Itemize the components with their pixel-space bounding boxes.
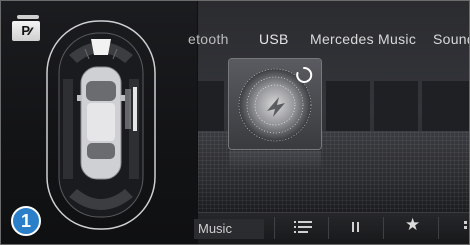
callout-number: 1: [11, 206, 41, 236]
cover-flow-item[interactable]: [198, 81, 224, 135]
vehicle-top-view: [77, 66, 125, 180]
playlist-icon[interactable]: [294, 220, 312, 234]
cover-flow-item[interactable]: [326, 81, 370, 135]
park-assist-icon: ⁄⁄: [28, 26, 32, 38]
media-panel: etooth USB Mercedes Music Sound: [188, 1, 469, 244]
park-assist-button[interactable]: P⁄⁄: [12, 21, 40, 41]
park-button-label: P: [21, 23, 30, 38]
pause-icon[interactable]: [351, 221, 361, 233]
tab-sound[interactable]: Sound: [433, 31, 469, 47]
more-icon[interactable]: [463, 220, 469, 234]
star-icon[interactable]: ★: [405, 215, 420, 235]
right-side-warning: [133, 87, 137, 131]
loading-spinner-icon: [296, 66, 313, 83]
tab-mercedes-music[interactable]: Mercedes Music: [310, 31, 416, 47]
parking-sensor-panel: P⁄⁄ 1: [1, 1, 197, 244]
front-sensor-warning: [91, 39, 111, 55]
control-separator: [438, 217, 439, 239]
left-side-sensor: [63, 79, 73, 179]
control-separator: [274, 217, 275, 239]
control-separator: [383, 217, 384, 239]
tab-bluetooth[interactable]: etooth: [188, 31, 229, 47]
tab-usb[interactable]: USB: [259, 31, 289, 47]
parking-sensor-display: [46, 20, 156, 230]
park-button-bar: [17, 15, 39, 19]
media-source-tabs: etooth USB Mercedes Music Sound: [188, 31, 469, 53]
control-separator: [328, 217, 329, 239]
album-art-reflection: [229, 151, 321, 171]
music-source-button[interactable]: Music: [194, 219, 264, 239]
cover-flow-item[interactable]: [422, 81, 469, 135]
infotainment-screen: P⁄⁄ 1 etooth USB Mercedes Music Soun Mus…: [0, 0, 470, 245]
cover-flow-item[interactable]: [374, 81, 418, 135]
